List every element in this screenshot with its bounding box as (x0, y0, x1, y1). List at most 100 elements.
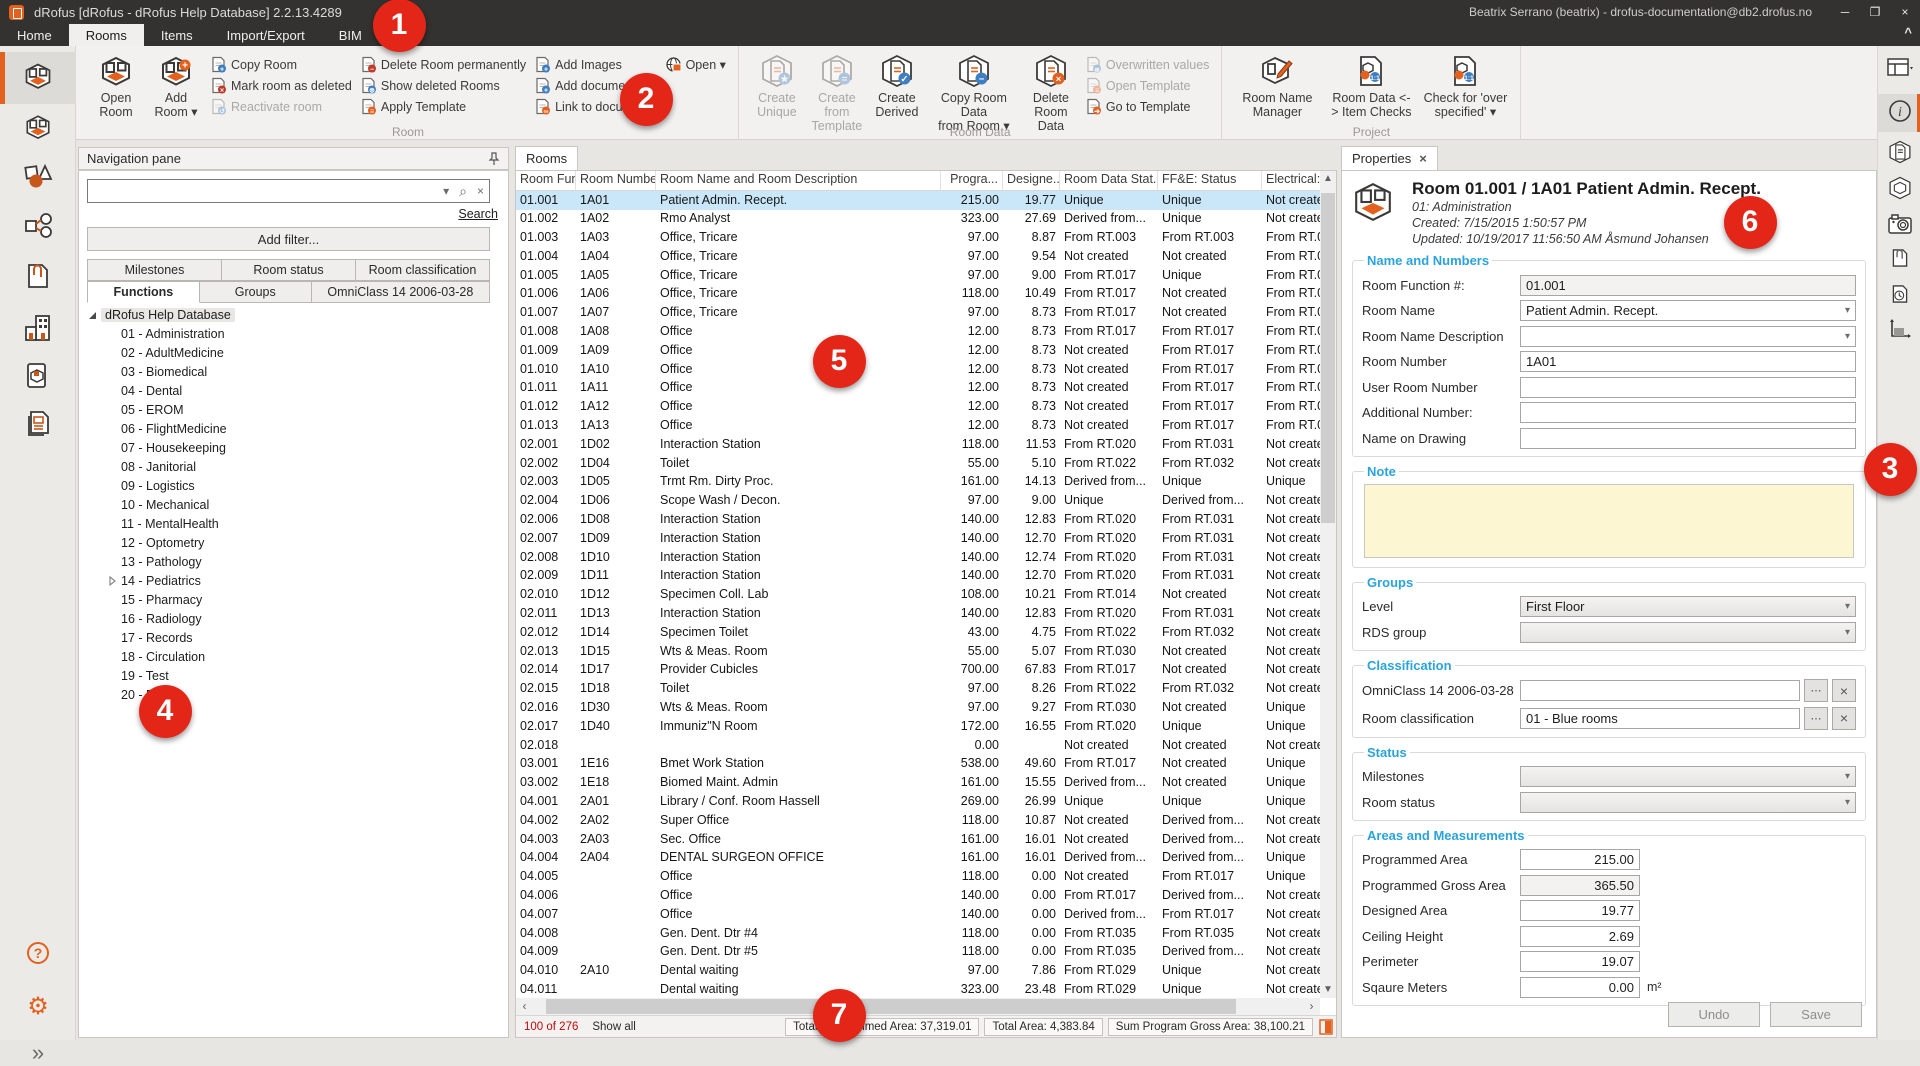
help-icon[interactable]: ? (0, 942, 76, 964)
table-row[interactable]: 02.0111D13Interaction Station140.0012.83… (516, 605, 1320, 624)
tree-item-08-janitorial[interactable]: 08 - Janitorial (87, 457, 504, 476)
column-header-ff-e-status[interactable]: FF&E: Status (1158, 171, 1262, 190)
sidebar-item-product-catalog[interactable] (0, 352, 76, 404)
nav-tab-milestones[interactable]: Milestones (87, 259, 222, 281)
rightbar-item-attachments[interactable] (1878, 244, 1920, 276)
apply-template-button[interactable]: ≡Apply Template (360, 96, 526, 117)
table-row[interactable]: 02.0071D09Interaction Station140.0012.70… (516, 529, 1320, 548)
close-button[interactable]: × (1890, 0, 1920, 24)
table-row[interactable]: 04.009Gen. Dent. Dtr #5118.000.00From RT… (516, 943, 1320, 962)
menu-tab-bim[interactable]: BIM (322, 24, 379, 46)
table-row[interactable]: 01.0111A11Office12.008.73Not createdFrom… (516, 379, 1320, 398)
table-row[interactable]: 04.007Office140.000.00Derived from...Fro… (516, 905, 1320, 924)
rightbar-item-layout-selector[interactable] (1878, 54, 1920, 86)
tree-item-19-test[interactable]: 19 - Test (87, 666, 504, 685)
table-row[interactable]: 02.0031D05Trmt Rm. Dirty Proc.161.0014.1… (516, 473, 1320, 492)
table-row[interactable]: 01.0011A01Patient Admin. Recept.215.0019… (516, 191, 1320, 210)
table-row[interactable]: 01.0051A05Office, Tricare97.009.00From R… (516, 266, 1320, 285)
clear-button[interactable]: × (1832, 707, 1856, 730)
vertical-scrollbar[interactable]: ▲ ▼ (1320, 171, 1336, 998)
table-row[interactable]: 02.0141D17Provider Cubicles700.0067.83Fr… (516, 661, 1320, 680)
delete-room-data-button[interactable]: × DeleteRoom Data (1022, 52, 1080, 133)
nav-tab-room-status[interactable]: Room status (222, 259, 356, 281)
table-row[interactable]: 01.0121A12Office12.008.73Not createdFrom… (516, 398, 1320, 417)
table-row[interactable]: 04.006Office140.000.00From RT.017Derived… (516, 886, 1320, 905)
menu-tab-import-export[interactable]: Import/Export (210, 24, 322, 46)
nav-tab-room-classification[interactable]: Room classification (356, 259, 490, 281)
table-row[interactable]: 04.0042A04DENTAL SURGEON OFFICE161.0016.… (516, 849, 1320, 868)
dropdown-chevron-icon[interactable]: ▾ (1845, 331, 1850, 342)
field-omniclass-14-2006-03-28[interactable] (1520, 680, 1800, 701)
maximize-button[interactable]: ❐ (1860, 0, 1890, 24)
table-row[interactable]: 02.0121D14Specimen Toilet43.004.75From R… (516, 623, 1320, 642)
column-header-electrical[interactable]: Electrical: (1262, 171, 1322, 190)
field-room-number[interactable]: 1A01 (1520, 351, 1856, 372)
table-row[interactable]: 02.0101D12Specimen Coll. Lab108.0010.21F… (516, 586, 1320, 605)
tree-item-16-radiology[interactable]: 16 - Radiology (87, 609, 504, 628)
table-row[interactable]: 04.0012A01Library / Conf. Room Hassell26… (516, 793, 1320, 812)
tree-item-09-logistics[interactable]: 09 - Logistics (87, 476, 504, 495)
show-deleted-rooms-button[interactable]: ⊗Show deleted Rooms (360, 75, 526, 96)
close-properties-icon[interactable]: × (1419, 151, 1427, 166)
table-row[interactable]: 02.0021D04Toilet55.005.10From RT.022From… (516, 454, 1320, 473)
search-icon[interactable]: ⌕ (454, 183, 472, 200)
search-input[interactable] (88, 181, 438, 201)
column-header-progra[interactable]: Progra... (941, 171, 1003, 190)
table-row[interactable]: 04.0022A02Super Office118.0010.87Not cre… (516, 811, 1320, 830)
tree-item-12-optometry[interactable]: 12 - Optometry (87, 533, 504, 552)
field-room-status[interactable]: ▾ (1520, 792, 1856, 813)
sidebar-item-rooms[interactable] (0, 52, 76, 104)
copy-room-button[interactable]: +Copy Room (210, 54, 352, 75)
show-all-link[interactable]: Show all (592, 1021, 635, 1033)
expander-icon[interactable] (107, 576, 121, 586)
field-milestones[interactable]: ▾ (1520, 766, 1856, 787)
undo-button[interactable]: Undo (1668, 1002, 1760, 1027)
table-row[interactable]: 04.011Dental waiting323.0023.48From RT.0… (516, 980, 1320, 998)
tree-item-02-adultmedicine[interactable]: 02 - AdultMedicine (87, 343, 504, 362)
table-row[interactable]: 04.0102A10Dental waiting97.007.86From RT… (516, 962, 1320, 981)
column-header-room-number[interactable]: Room Number (576, 171, 656, 190)
dropdown-chevron-icon[interactable]: ▾ (1845, 601, 1850, 612)
table-row[interactable]: 01.0061A06Office, Tricare118.0010.49From… (516, 285, 1320, 304)
column-header-designe[interactable]: Designe... (1003, 171, 1060, 190)
field-rds-group[interactable]: ▾ (1520, 622, 1856, 643)
scroll-left-icon[interactable]: ‹ (516, 998, 533, 1015)
tree-item-11-mentalhealth[interactable]: 11 - MentalHealth (87, 514, 504, 533)
tree-item-15-pharmacy[interactable]: 15 - Pharmacy (87, 590, 504, 609)
tree-item-10-mechanical[interactable]: 10 - Mechanical (87, 495, 504, 514)
expander-icon[interactable] (87, 310, 101, 320)
field-perimeter[interactable]: 19.07 (1520, 951, 1640, 972)
table-row[interactable]: 02.0180.00Not createdNot createdNot crea… (516, 736, 1320, 755)
tree-item-03-biomedical[interactable]: 03 - Biomedical (87, 362, 504, 381)
save-button[interactable]: Save (1770, 1002, 1862, 1027)
rightbar-item-log[interactable] (1878, 280, 1920, 312)
table-row[interactable]: 01.0101A10Office12.008.73Not createdFrom… (516, 360, 1320, 379)
mark-room-as-deleted-button[interactable]: ×Mark room as deleted (210, 75, 352, 96)
tree-item-13-pathology[interactable]: 13 - Pathology (87, 552, 504, 571)
field-name-on-drawing[interactable] (1520, 428, 1856, 449)
horizontal-scroll-thumb[interactable] (546, 999, 1236, 1014)
lookup-button[interactable]: ⋯ (1804, 679, 1828, 702)
rightbar-item-images[interactable] (1878, 210, 1920, 242)
sidebar-item-building[interactable] (0, 304, 76, 356)
rightbar-item-info[interactable]: i (1878, 94, 1920, 132)
nav-tab-functions[interactable]: Functions (87, 281, 200, 303)
table-row[interactable]: 03.0011E16Bmet Work Station538.0049.60Fr… (516, 755, 1320, 774)
horizontal-scrollbar[interactable]: ‹ › (516, 998, 1320, 1015)
table-row[interactable]: 02.0011D02Interaction Station118.0011.53… (516, 435, 1320, 454)
collapse-ribbon-icon[interactable]: ^ (1904, 25, 1912, 40)
field-level[interactable]: First Floor▾ (1520, 596, 1856, 617)
table-row[interactable]: 02.0131D15Wts & Meas. Room55.005.07From … (516, 642, 1320, 661)
search-link[interactable]: Search (458, 207, 498, 221)
check-over-specified-button[interactable]: 1:1 Check for 'overspecified' ▾ (1419, 52, 1511, 124)
minimize-button[interactable]: ─ (1830, 0, 1860, 24)
menu-tab-home[interactable]: Home (0, 24, 69, 46)
menu-tab-rooms[interactable]: Rooms (69, 24, 144, 46)
lookup-button[interactable]: ⋯ (1804, 707, 1828, 730)
tree-item-17-records[interactable]: 17 - Records (87, 628, 504, 647)
column-header-room-function[interactable]: Room Function #: (516, 171, 576, 190)
tree-item-18-circulation[interactable]: 18 - Circulation (87, 647, 504, 666)
clear-button[interactable]: × (1832, 679, 1856, 702)
room-name-manager-button[interactable]: Room NameManager (1231, 52, 1323, 124)
field-sqaure-meters[interactable]: 0.00 (1520, 977, 1640, 998)
